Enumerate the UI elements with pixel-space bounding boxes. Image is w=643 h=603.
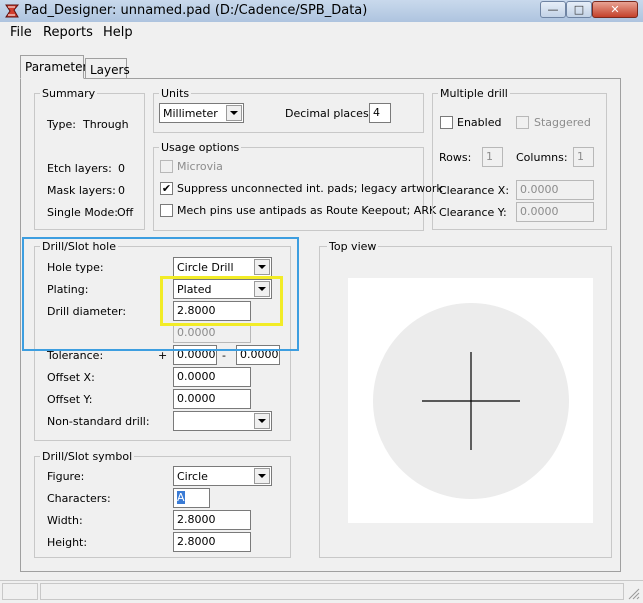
figure-label: Figure:: [47, 470, 85, 483]
yellow-highlight-box: [160, 276, 283, 326]
summary-title: Summary: [40, 87, 98, 100]
type-label: Type:: [47, 118, 76, 131]
status-pane-main: [40, 583, 624, 600]
etch-value: 0: [118, 162, 125, 175]
menu-reports[interactable]: Reports: [43, 25, 93, 40]
staggered-checkbox[interactable]: [516, 116, 529, 129]
rows-input[interactable]: 1: [482, 147, 503, 167]
suppress-checkbox[interactable]: ✔: [160, 182, 173, 195]
non-standard-drill-label: Non-standard drill:: [47, 415, 150, 428]
mask-value: 0: [118, 184, 125, 197]
etch-label: Etch layers:: [47, 162, 112, 175]
clearance-y-label: Clearance Y:: [439, 206, 507, 219]
characters-selected-text: A: [177, 491, 185, 504]
single-mode-value: Off: [117, 206, 134, 219]
figure-dropdown[interactable]: Circle: [173, 466, 272, 486]
menu-help[interactable]: Help: [103, 25, 133, 40]
resize-grip-icon[interactable]: [626, 586, 640, 600]
units-dropdown[interactable]: Millimeter: [159, 103, 244, 123]
top-view-canvas[interactable]: [348, 278, 593, 523]
columns-input[interactable]: 1: [573, 147, 594, 167]
suppress-label: Suppress unconnected int. pads; legacy a…: [177, 182, 443, 195]
chevron-down-icon[interactable]: [254, 468, 270, 484]
menu-file[interactable]: File: [10, 25, 32, 40]
characters-label: Characters:: [47, 492, 111, 505]
non-standard-drill-dropdown[interactable]: [173, 411, 272, 431]
microvia-label: Microvia: [177, 160, 223, 173]
columns-label: Columns:: [516, 151, 568, 164]
figure-value: Circle: [177, 470, 208, 483]
staggered-label: Staggered: [534, 116, 591, 129]
drill-symbol-title: Drill/Slot symbol: [40, 450, 135, 463]
offset-y-input[interactable]: 0.0000: [173, 389, 251, 409]
top-view-title: Top view: [327, 240, 379, 253]
type-value: Through: [83, 118, 129, 131]
chevron-down-icon[interactable]: [226, 105, 242, 121]
enabled-label: Enabled: [457, 116, 502, 129]
mech-pins-checkbox[interactable]: [160, 204, 173, 217]
offset-x-input[interactable]: 0.0000: [173, 367, 251, 387]
tab-layers[interactable]: Layers: [85, 58, 130, 78]
clearance-x-label: Clearance X:: [439, 184, 510, 197]
enabled-checkbox[interactable]: [440, 116, 453, 129]
characters-input[interactable]: A: [173, 488, 210, 508]
clearance-y-input[interactable]: 0.0000: [516, 202, 594, 222]
clearance-x-input[interactable]: 0.0000: [516, 180, 594, 200]
maximize-button[interactable]: □: [566, 1, 592, 18]
chevron-down-icon[interactable]: [254, 413, 270, 429]
status-pane-left: [2, 583, 38, 600]
checkmark-icon: ✔: [161, 182, 172, 195]
height-label: Height:: [47, 536, 88, 549]
multiple-drill-title: Multiple drill: [438, 87, 510, 100]
minimize-button[interactable]: —: [540, 1, 566, 18]
offset-x-label: Offset X:: [47, 371, 95, 384]
width-input[interactable]: 2.8000: [173, 510, 251, 530]
decimal-places-label: Decimal places:: [285, 107, 373, 120]
width-label: Width:: [47, 514, 83, 527]
usage-options-title: Usage options: [159, 141, 242, 154]
decimal-places-input[interactable]: 4: [369, 103, 391, 123]
menu-bar: [0, 22, 643, 44]
units-value: Millimeter: [163, 107, 218, 120]
close-button[interactable]: ✕: [592, 1, 638, 18]
tab-parameters[interactable]: Parameters: [20, 55, 94, 79]
height-input[interactable]: 2.8000: [173, 532, 251, 552]
window-title: Pad_Designer: unnamed.pad (D:/Cadence/SP…: [24, 3, 368, 18]
single-mode-label: Single Mode:: [47, 206, 118, 219]
rows-label: Rows:: [439, 151, 472, 164]
microvia-checkbox[interactable]: [160, 160, 173, 173]
units-title: Units: [159, 87, 192, 100]
app-icon: [4, 3, 20, 19]
offset-y-label: Offset Y:: [47, 393, 93, 406]
mask-label: Mask layers:: [47, 184, 116, 197]
mech-pins-label: Mech pins use antipads as Route Keepout;…: [177, 204, 437, 217]
